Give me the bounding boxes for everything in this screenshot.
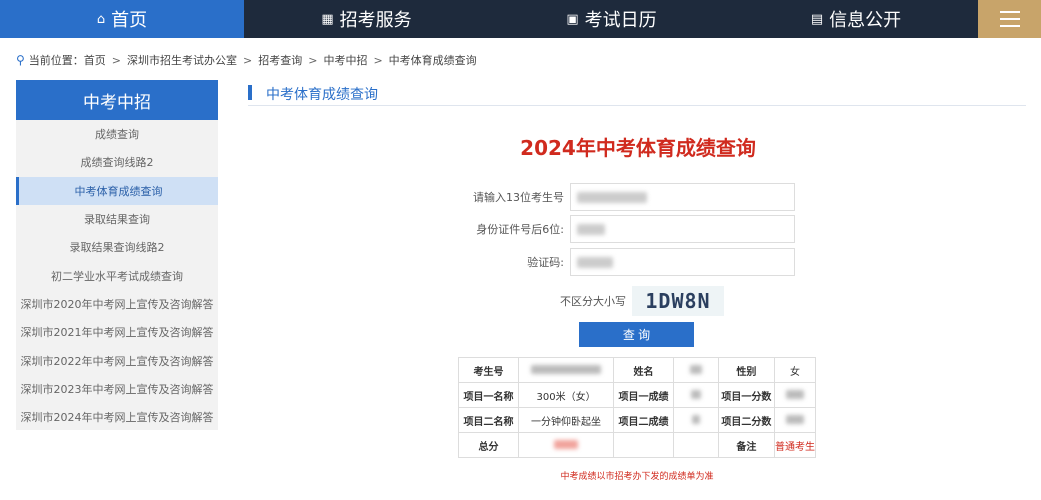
calendar-icon: ▣ xyxy=(566,11,579,27)
captcha-image[interactable]: 1DW8N xyxy=(632,286,724,316)
redacted-value xyxy=(691,415,700,424)
captcha-hint: 不区分大小写 xyxy=(560,295,626,308)
sidebar-title: 中考中招 xyxy=(16,80,218,120)
sidebar-item-2023[interactable]: 深圳市2023年中考网上宣传及咨询解答 xyxy=(16,375,218,403)
hamburger-icon xyxy=(999,11,1020,27)
remark-value: 普通考生 xyxy=(773,432,817,458)
sidebar: 中考中招 成绩查询 成绩查询线路2 中考体育成绩查询 录取结果查询 录取结果查询… xyxy=(16,80,218,430)
sidebar-item-2020[interactable]: 深圳市2020年中考网上宣传及咨询解答 xyxy=(16,290,218,318)
item1-points-value xyxy=(773,382,817,408)
query-button[interactable]: 查 询 xyxy=(579,322,694,347)
sidebar-item-score-line2[interactable]: 成绩查询线路2 xyxy=(16,148,218,176)
result-table: 考生号 姓名 性别 女 项目一名称 300米（女） 项目一成绩 项目一分数 项目… xyxy=(457,357,817,458)
nav-services-label: 招考服务 xyxy=(339,10,412,31)
remark-header: 备注 xyxy=(717,432,775,458)
redacted-value xyxy=(531,365,602,374)
page-title: 2024年中考体育成绩查询 xyxy=(520,136,756,160)
total-value xyxy=(518,432,615,458)
table-row: 考生号 姓名 性别 女 xyxy=(457,357,817,383)
breadcrumb-query[interactable]: 招考查询 xyxy=(258,52,302,68)
section-title: 中考体育成绩查询 xyxy=(248,82,1026,106)
nav-info-label: 信息公开 xyxy=(829,10,902,31)
location-pin-icon: ⚲ xyxy=(16,53,25,67)
sidebar-item-grade8[interactable]: 初二学业水平考试成绩查询 xyxy=(16,261,218,289)
exam-no-label: 请输入13位考生号 xyxy=(473,191,564,204)
nav-services[interactable]: ▦ 招考服务 xyxy=(244,0,489,38)
nav-home-label: 首页 xyxy=(111,10,148,31)
item1-name-header: 项目一名称 xyxy=(457,382,520,408)
top-nav: ⌂ 首页 ▦ 招考服务 ▣ 考试日历 ▤ 信息公开 xyxy=(0,0,1041,38)
redacted-value xyxy=(785,390,804,399)
nav-calendar-label: 考试日历 xyxy=(584,10,657,31)
item2-score-header: 项目二成绩 xyxy=(613,407,675,433)
code-input[interactable] xyxy=(570,248,795,276)
breadcrumb-separator: > xyxy=(243,53,253,67)
breadcrumb-separator: > xyxy=(373,53,383,67)
item2-score-value xyxy=(673,407,719,433)
breadcrumb-office[interactable]: 深圳市招生考试办公室 xyxy=(127,52,237,68)
redacted-value xyxy=(577,224,605,235)
breadcrumb-separator: > xyxy=(308,53,318,67)
sidebar-item-score[interactable]: 成绩查询 xyxy=(16,120,218,148)
sidebar-item-2021[interactable]: 深圳市2021年中考网上宣传及咨询解答 xyxy=(16,318,218,346)
exam-no-value xyxy=(518,357,615,383)
empty-cell xyxy=(613,432,675,458)
redacted-value xyxy=(577,257,613,268)
redacted-value xyxy=(689,365,702,374)
captcha-row: 不区分大小写 1DW8N xyxy=(560,286,724,316)
item2-name-header: 项目二名称 xyxy=(457,407,520,433)
id-input[interactable] xyxy=(570,215,795,243)
sidebar-item-2022[interactable]: 深圳市2022年中考网上宣传及咨询解答 xyxy=(16,346,218,374)
id-row: 身份证件号后6位: xyxy=(430,215,795,243)
nav-info[interactable]: ▤ 信息公开 xyxy=(734,0,978,38)
breadcrumb-home[interactable]: 首页 xyxy=(84,52,106,68)
item2-name-value: 一分钟仰卧起坐 xyxy=(518,407,615,433)
item1-points-header: 项目一分数 xyxy=(717,382,775,408)
exam-no-input[interactable] xyxy=(570,183,795,211)
sidebar-item-2024[interactable]: 深圳市2024年中考网上宣传及咨询解答 xyxy=(16,403,218,431)
redacted-value xyxy=(785,415,804,424)
document-icon: ▤ xyxy=(810,11,824,27)
exam-no-row: 请输入13位考生号 xyxy=(430,183,795,211)
redacted-value xyxy=(554,440,579,449)
breadcrumb-separator: > xyxy=(111,53,122,67)
breadcrumb: ⚲ 当前位置： 首页 > 深圳市招生考试办公室 > 招考查询 > 中考中招 > … xyxy=(16,52,477,68)
item2-points-header: 项目二分数 xyxy=(717,407,775,433)
nav-home[interactable]: ⌂ 首页 xyxy=(0,0,244,38)
home-icon: ⌂ xyxy=(96,11,106,27)
nav-calendar[interactable]: ▣ 考试日历 xyxy=(489,0,734,38)
item1-score-header: 项目一成绩 xyxy=(613,382,675,408)
breadcrumb-zhongkao[interactable]: 中考中招 xyxy=(323,52,367,68)
table-row: 项目一名称 300米（女） 项目一成绩 项目一分数 xyxy=(457,382,817,408)
redacted-value xyxy=(690,390,701,399)
item2-points-value xyxy=(773,407,817,433)
breadcrumb-prefix: 当前位置： xyxy=(28,54,84,67)
empty-cell xyxy=(673,432,719,458)
exam-no-header: 考生号 xyxy=(457,357,520,383)
redacted-value xyxy=(577,192,647,203)
sidebar-item-pe-score[interactable]: 中考体育成绩查询 xyxy=(16,176,218,205)
sidebar-item-admission[interactable]: 录取结果查询 xyxy=(16,205,218,233)
gender-value: 女 xyxy=(773,357,817,383)
sidebar-item-admission-line2[interactable]: 录取结果查询线路2 xyxy=(16,233,218,261)
gender-header: 性别 xyxy=(717,357,775,383)
name-value xyxy=(673,357,719,383)
code-row: 验证码: xyxy=(430,248,795,276)
grid-icon: ▦ xyxy=(321,11,334,27)
breadcrumb-current: 中考体育成绩查询 xyxy=(388,54,477,67)
table-row: 项目二名称 一分钟仰卧起坐 项目二成绩 项目二分数 xyxy=(457,407,817,433)
menu-button[interactable] xyxy=(978,0,1041,38)
item1-score-value xyxy=(673,382,719,408)
name-header: 姓名 xyxy=(613,357,675,383)
code-label: 验证码: xyxy=(527,256,564,269)
table-row: 总分 备注 普通考生 xyxy=(457,432,817,458)
id-label: 身份证件号后6位: xyxy=(476,223,564,236)
item1-name-value: 300米（女） xyxy=(518,382,615,408)
disclaimer-note: 中考成绩以市招考办下发的成绩单为准 xyxy=(560,472,714,482)
total-header: 总分 xyxy=(457,432,520,458)
